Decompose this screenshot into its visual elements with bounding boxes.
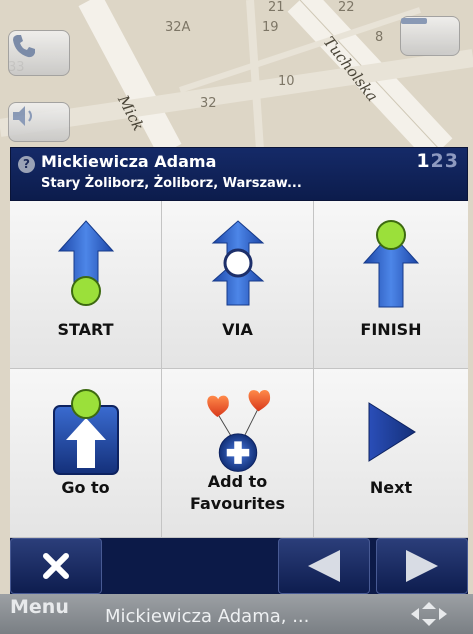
action-grid: START VIA FINISH Go to Add to Favourites… [10, 201, 468, 538]
finish-button[interactable]: FINISH [314, 201, 468, 369]
close-icon [43, 553, 69, 579]
page-indicator: 123 [416, 150, 459, 172]
via-label: VIA [222, 320, 253, 339]
menu-softkey[interactable]: Menu [10, 596, 69, 618]
help-icon[interactable]: ? [18, 156, 35, 173]
goto-icon [41, 387, 131, 477]
goto-button[interactable]: Go to [10, 369, 162, 538]
via-arrow-icon [193, 219, 283, 309]
sound-button[interactable] [8, 102, 70, 142]
speaker-icon [13, 106, 32, 126]
house-number: 19 [262, 20, 279, 35]
add-favourites-icon [193, 387, 283, 477]
previous-page-button[interactable] [278, 538, 370, 594]
close-button[interactable] [10, 538, 102, 594]
phone-button[interactable] [8, 30, 70, 76]
softkey-title: Mickiewicza Adama, ... [105, 606, 310, 627]
softkey-bar: Menu Mickiewicza Adama, ... [0, 594, 473, 634]
house-number: 32 [200, 96, 217, 111]
goto-label: Go to [61, 478, 110, 497]
phone-icon [13, 35, 35, 58]
start-label: START [57, 320, 114, 339]
location-title: Mickiewicza Adama [41, 152, 217, 171]
arrow-right-icon [406, 550, 438, 582]
next-label: Next [369, 478, 413, 497]
next-page-button[interactable] [376, 538, 468, 594]
next-triangle-icon [346, 387, 436, 477]
house-number: 32A [165, 20, 191, 35]
start-arrow-icon [41, 219, 131, 309]
add-favourites-label: Add to Favourites [190, 472, 285, 513]
house-number: 22 [338, 0, 355, 15]
finish-arrow-icon [346, 219, 436, 309]
minus-icon [401, 18, 427, 24]
via-button[interactable]: VIA [162, 201, 314, 369]
house-number: 8 [375, 30, 384, 45]
page-current: 1 [416, 150, 431, 172]
house-number: 21 [268, 0, 285, 15]
page-rest: 23 [430, 150, 459, 172]
next-button[interactable]: Next [314, 369, 468, 538]
bottom-toolbar [10, 538, 468, 594]
dpad-icon[interactable] [409, 600, 449, 632]
finish-label: FINISH [360, 320, 422, 339]
add-favourites-button[interactable]: Add to Favourites [162, 369, 314, 538]
location-subtitle: Stary Żoliborz, Żoliborz, Warszaw... [41, 176, 302, 191]
start-button[interactable]: START [10, 201, 162, 369]
zoom-out-button[interactable] [400, 16, 460, 56]
arrow-left-icon [308, 550, 340, 582]
location-header: ? Mickiewicza Adama Stary Żoliborz, Żoli… [10, 147, 468, 201]
house-number: 10 [278, 74, 295, 89]
